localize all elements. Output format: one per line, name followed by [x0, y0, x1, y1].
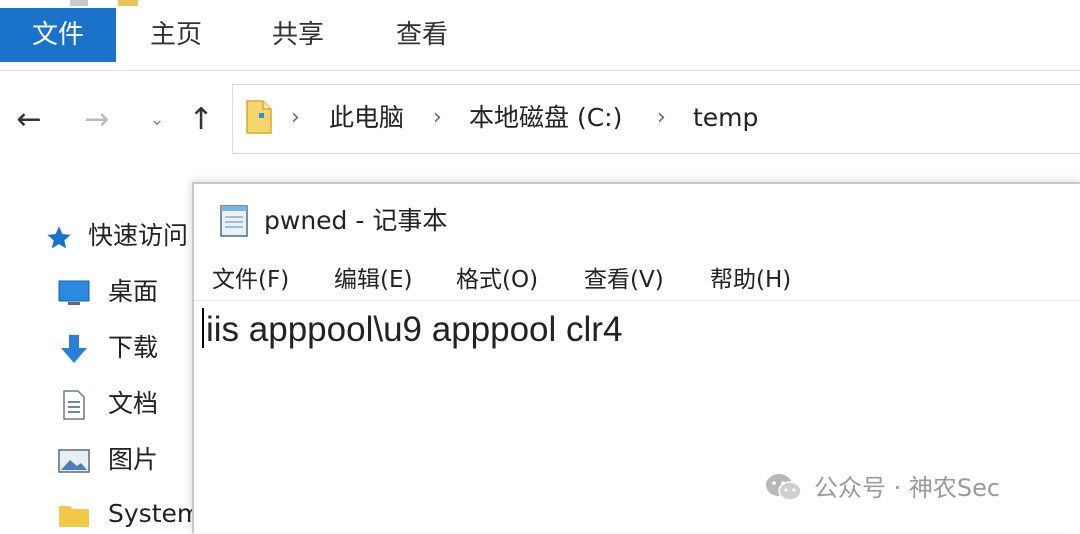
- notepad-text: iis apppool\u9 apppool clr4: [206, 310, 623, 349]
- breadcrumb-separator[interactable]: ›: [291, 101, 300, 135]
- address-bar[interactable]: › 此电脑 › 本地磁盘 (C:) › temp: [232, 84, 1080, 154]
- star-icon: [47, 226, 71, 249]
- menu-help[interactable]: 帮助(H): [710, 264, 791, 296]
- tab-file[interactable]: 文件: [0, 8, 116, 62]
- notepad-text-area[interactable]: iis apppool\u9 apppool clr4: [202, 308, 622, 352]
- download-icon: [61, 335, 87, 363]
- pictures-icon: [58, 449, 90, 473]
- notepad-icon: [220, 205, 248, 237]
- breadcrumb-separator[interactable]: ›: [433, 101, 442, 135]
- notepad-title: pwned - 记事本: [264, 206, 448, 235]
- quick-access-item[interactable]: [70, 0, 88, 6]
- tab-view[interactable]: 查看: [382, 8, 462, 62]
- menu-format[interactable]: 格式(O): [456, 264, 538, 296]
- menu-edit[interactable]: 编辑(E): [334, 264, 412, 296]
- quick-access-toolbar: [70, 0, 138, 8]
- quick-access-folder-icon[interactable]: [118, 0, 138, 6]
- wechat-icon: [766, 474, 802, 501]
- breadcrumb-separator[interactable]: ›: [657, 101, 666, 135]
- document-icon: [63, 390, 85, 420]
- notepad-menubar: 文件(F) 编辑(E) 格式(O) 查看(V) 帮助(H): [194, 260, 1080, 301]
- desktop-icon: [58, 280, 90, 305]
- breadcrumb-local-disk[interactable]: 本地磁盘 (C:): [469, 101, 622, 135]
- up-button[interactable]: ↑: [184, 100, 218, 140]
- ribbon: 文件 主页 共享 查看: [0, 0, 1080, 71]
- notepad-titlebar[interactable]: pwned - 记事本: [194, 184, 1080, 258]
- breadcrumb-this-pc[interactable]: 此电脑: [329, 101, 404, 135]
- folder-icon: [246, 100, 272, 134]
- back-button[interactable]: ←: [12, 100, 46, 140]
- text-caret: [202, 308, 204, 348]
- watermark-text: 公众号 · 神农Sec: [814, 474, 1001, 502]
- menu-view[interactable]: 查看(V): [584, 264, 664, 296]
- tab-home[interactable]: 主页: [136, 8, 216, 62]
- tab-share[interactable]: 共享: [258, 8, 338, 62]
- recent-locations-chevron-icon[interactable]: ⌄: [140, 100, 174, 140]
- menu-file[interactable]: 文件(F): [212, 264, 289, 296]
- breadcrumb-temp[interactable]: temp: [693, 101, 758, 135]
- forward-button[interactable]: →: [80, 100, 114, 140]
- folder-icon: [59, 506, 89, 527]
